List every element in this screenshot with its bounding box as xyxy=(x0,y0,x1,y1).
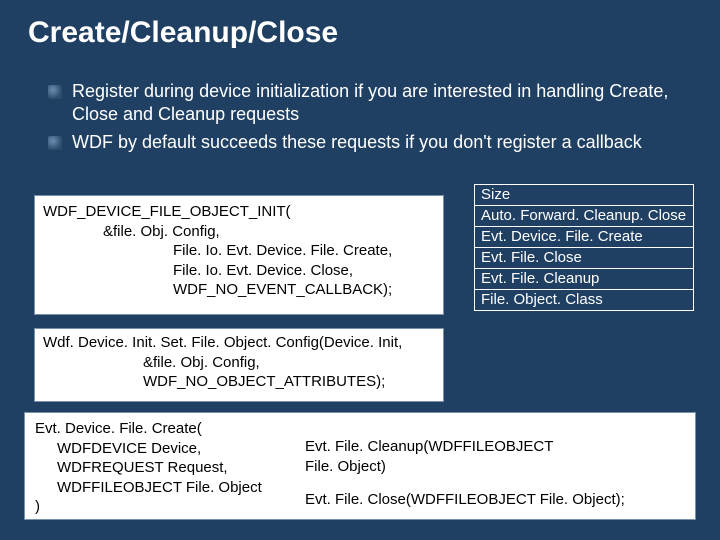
code-line: Evt. Device. File. Create( xyxy=(35,419,305,439)
code-line: ) xyxy=(35,497,305,517)
code-block-setconfig: Wdf. Device. Init. Set. File. Object. Co… xyxy=(34,328,444,402)
struct-row: Evt. File. Close xyxy=(474,247,694,269)
bullet-list: Register during device initialization if… xyxy=(48,80,680,160)
bullet-icon xyxy=(48,136,62,150)
bullet-icon xyxy=(48,85,62,99)
struct-row: Evt. Device. File. Create xyxy=(474,226,694,248)
struct-table: Size Auto. Forward. Cleanup. Close Evt. … xyxy=(474,184,694,310)
code-line: WDFDEVICE Device, xyxy=(35,439,305,459)
slide-title: Create/Cleanup/Close xyxy=(28,16,338,50)
code-line: Evt. File. Cleanup(WDFFILEOBJECT xyxy=(305,437,685,457)
code-line: &file. Obj. Config, xyxy=(43,222,435,242)
struct-row: File. Object. Class xyxy=(474,289,694,311)
callbacks-left: Evt. Device. File. Create( WDFDEVICE Dev… xyxy=(35,419,305,517)
code-line: WDFFILEOBJECT File. Object xyxy=(35,478,305,498)
struct-row: Size xyxy=(474,184,694,206)
code-line: File. Io. Evt. Device. File. Create, xyxy=(43,241,435,261)
code-line: File. Object) xyxy=(305,457,685,477)
code-line: WDF_NO_EVENT_CALLBACK); xyxy=(43,280,435,300)
code-block-init: WDF_DEVICE_FILE_OBJECT_INIT( &file. Obj.… xyxy=(34,195,444,315)
code-block-callbacks: Evt. Device. File. Create( WDFDEVICE Dev… xyxy=(24,412,696,520)
struct-row: Evt. File. Cleanup xyxy=(474,268,694,290)
bullet-text: Register during device initialization if… xyxy=(72,80,680,125)
code-line: File. Io. Evt. Device. Close, xyxy=(43,261,435,281)
code-line: WDF_NO_OBJECT_ATTRIBUTES); xyxy=(43,372,435,392)
bullet-item: Register during device initialization if… xyxy=(48,80,680,125)
struct-row: Auto. Forward. Cleanup. Close xyxy=(474,205,694,227)
code-line: &file. Obj. Config, xyxy=(43,353,435,373)
callbacks-right: Evt. File. Cleanup(WDFFILEOBJECT File. O… xyxy=(305,419,685,517)
code-line: Evt. File. Close(WDFFILEOBJECT File. Obj… xyxy=(305,490,685,510)
bullet-item: WDF by default succeeds these requests i… xyxy=(48,131,680,154)
code-line: WDF_DEVICE_FILE_OBJECT_INIT( xyxy=(43,202,435,222)
spacer xyxy=(305,476,685,490)
slide: Create/Cleanup/Close Register during dev… xyxy=(0,0,720,540)
code-line: WDFREQUEST Request, xyxy=(35,458,305,478)
bullet-text: WDF by default succeeds these requests i… xyxy=(72,131,680,154)
code-line: Wdf. Device. Init. Set. File. Object. Co… xyxy=(43,333,435,353)
